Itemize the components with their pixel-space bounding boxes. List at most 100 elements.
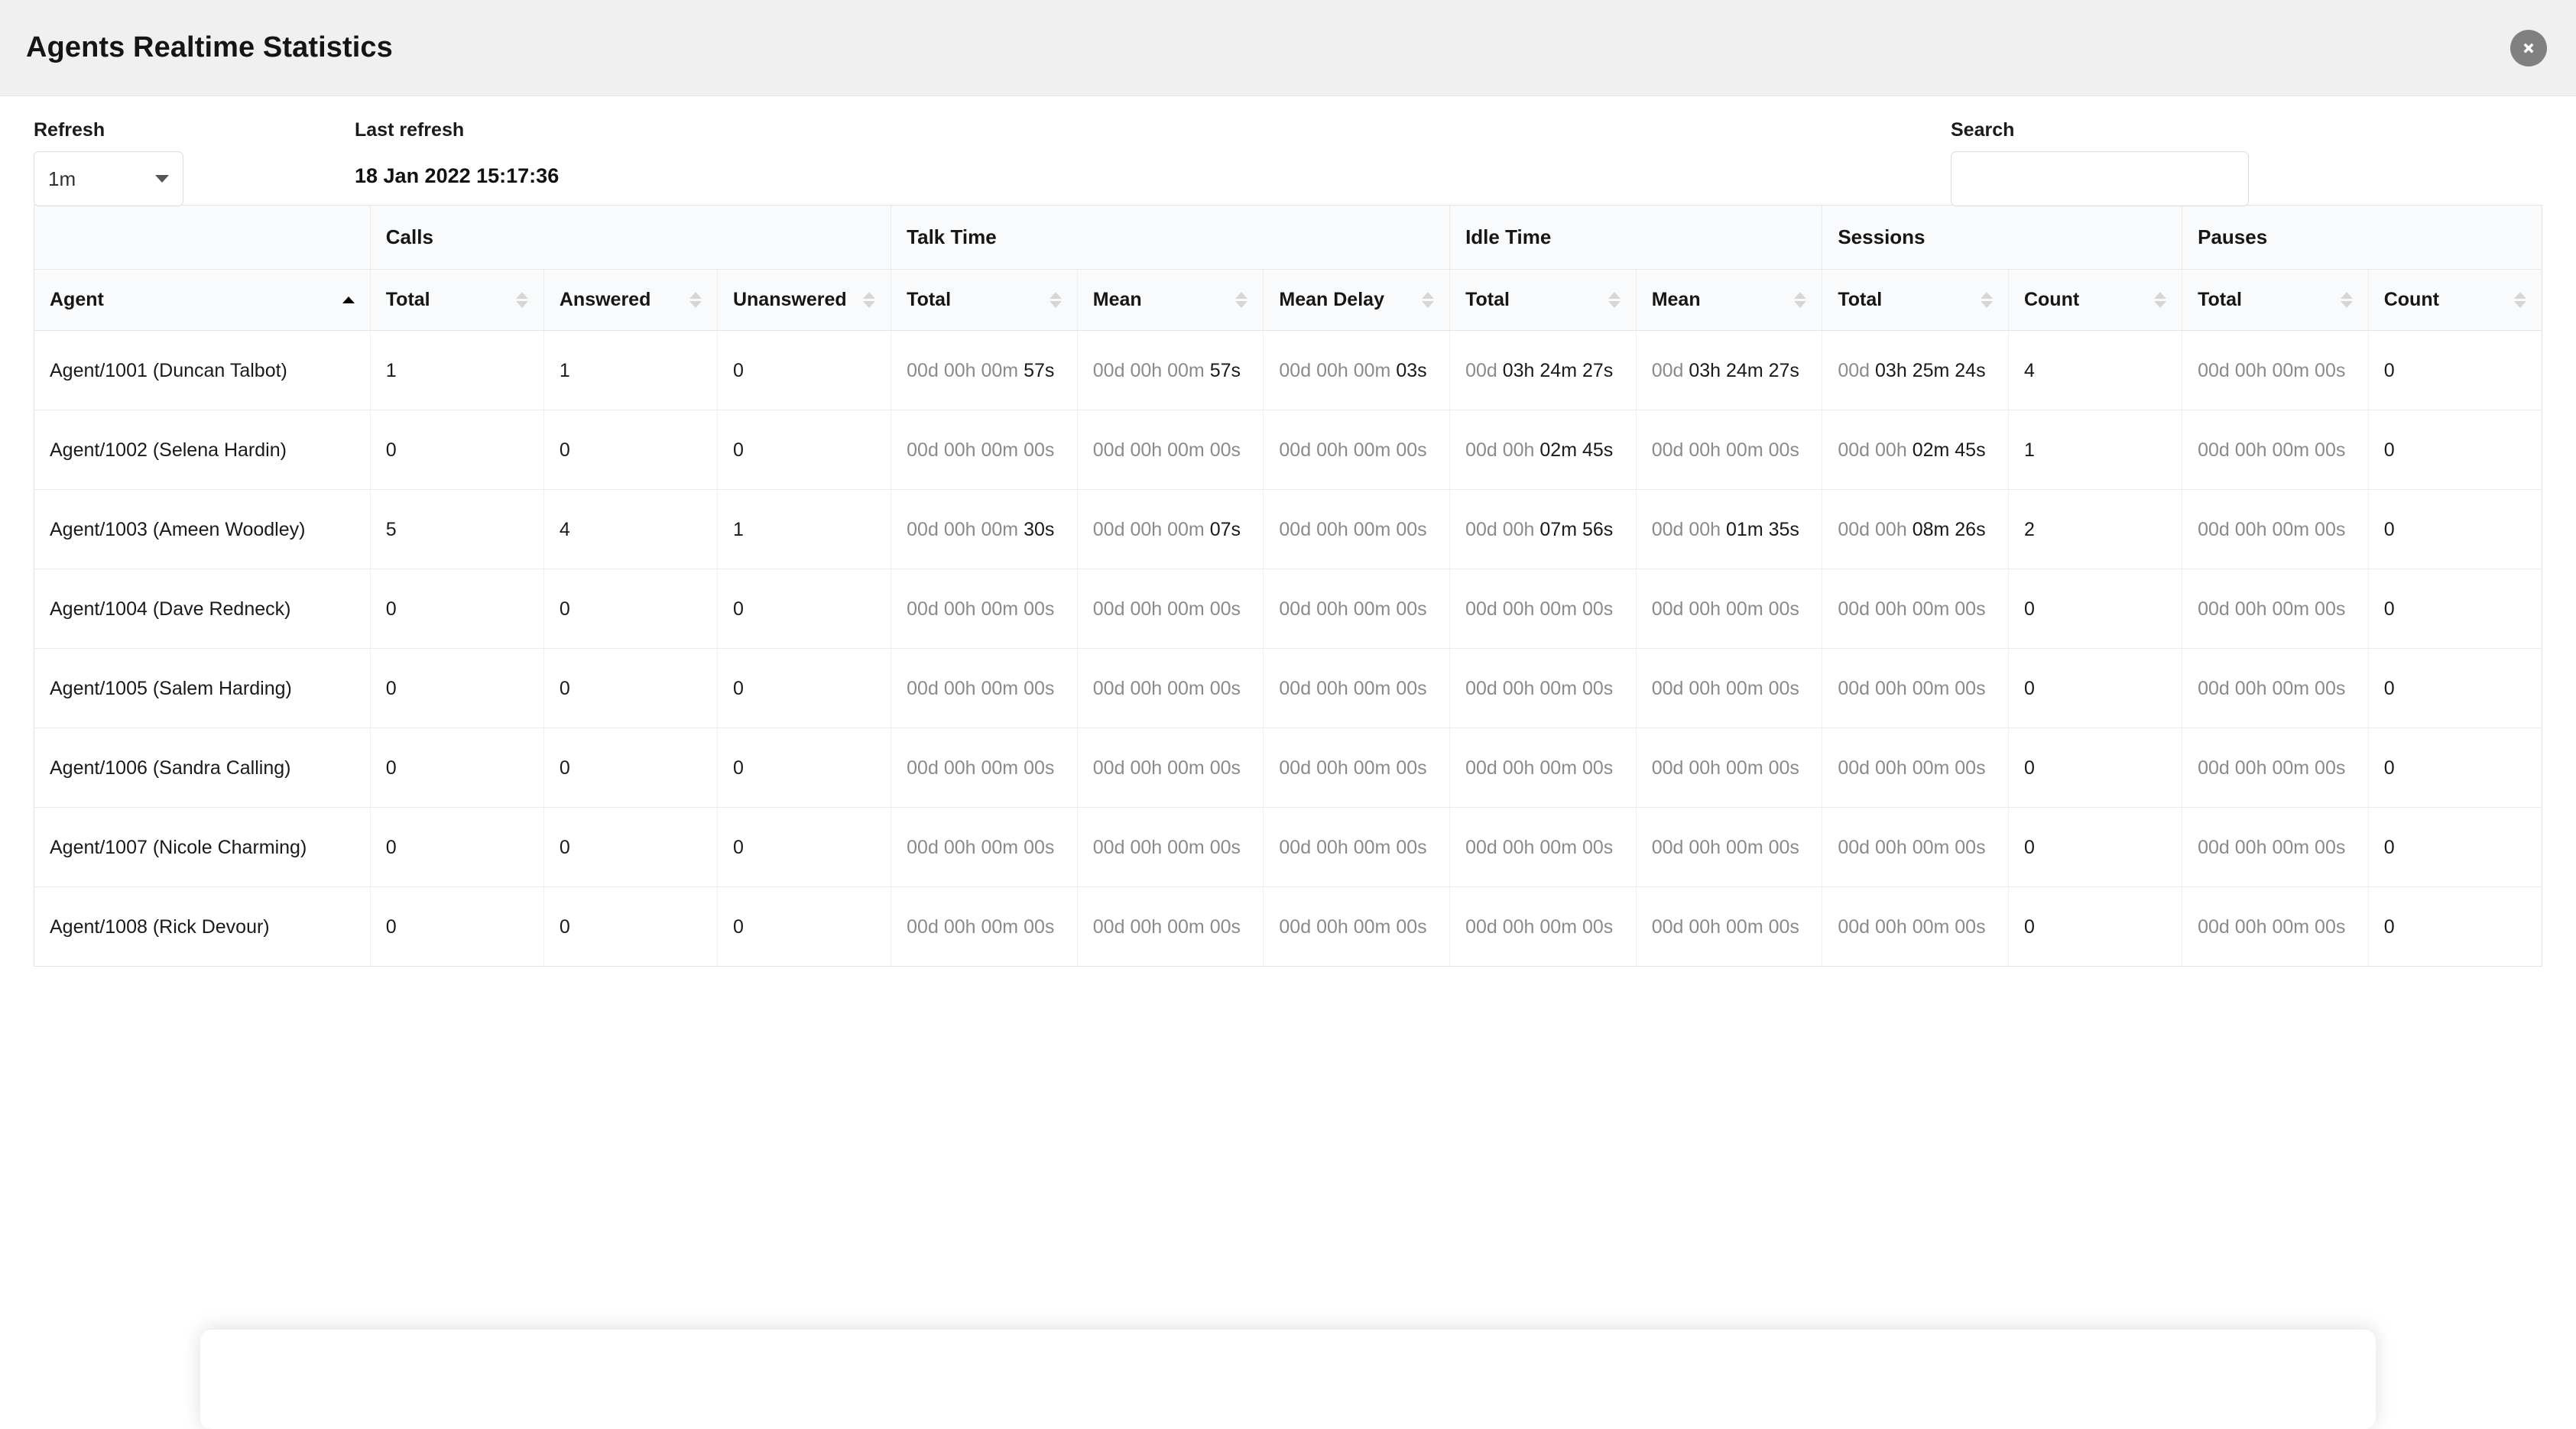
duration-part: 00h	[1689, 757, 1726, 779]
column-header-idle-mean[interactable]: Mean	[1636, 270, 1822, 331]
triangle-up-icon	[1422, 292, 1434, 299]
column-header-sessions-total[interactable]: Total	[1822, 270, 2009, 331]
triangle-up-icon	[863, 292, 875, 299]
sort-toggle-icon[interactable]	[1608, 292, 1621, 308]
cell-talk-mean: 00d 00h 00m 00s	[1077, 649, 1264, 728]
column-header-talk-mean[interactable]: Mean	[1077, 270, 1264, 331]
search-control: Search	[1951, 119, 2249, 206]
table-row[interactable]: Agent/1005 (Salem Harding)00000d 00h 00m…	[34, 649, 2542, 728]
duration-part: 00h	[1503, 757, 1540, 779]
duration-part: 00m	[1726, 757, 1769, 779]
sort-toggle-icon[interactable]	[2341, 292, 2353, 308]
column-header-calls-answered[interactable]: Answered	[543, 270, 717, 331]
triangle-down-icon	[1981, 301, 1993, 308]
cell-calls-total: 0	[370, 410, 543, 490]
column-header-label: Agent	[50, 289, 104, 311]
cell-idle-mean: 00d 00h 00m 00s	[1636, 887, 1822, 967]
sort-toggle-icon[interactable]	[2154, 292, 2166, 308]
duration-part: 00h	[1130, 439, 1167, 461]
duration-part: 00d	[907, 360, 944, 381]
sort-toggle-icon[interactable]	[2514, 292, 2526, 308]
column-header-calls-unanswered[interactable]: Unanswered	[717, 270, 891, 331]
table-row[interactable]: Agent/1003 (Ameen Woodley)54100d 00h 00m…	[34, 490, 2542, 569]
cell-idle-total: 00d 00h 00m 00s	[1450, 569, 1637, 649]
sort-toggle-icon[interactable]	[1235, 292, 1247, 308]
column-header-talk-mean-delay[interactable]: Mean Delay	[1264, 270, 1450, 331]
duration-part: 00s	[1024, 678, 1054, 699]
duration-part: 00m	[2272, 519, 2315, 540]
cell-talk-mean: 00d 00h 00m 00s	[1077, 728, 1264, 808]
cell-pauses-total: 00d 00h 00m 00s	[2182, 410, 2369, 490]
table-row[interactable]: Agent/1002 (Selena Hardin)00000d 00h 00m…	[34, 410, 2542, 490]
duration-part: 00d	[1838, 916, 1875, 938]
table-row[interactable]: Agent/1008 (Rick Devour)00000d 00h 00m 0…	[34, 887, 2542, 967]
cell-idle-total: 00d 00h 00m 00s	[1450, 887, 1637, 967]
cell-idle-mean: 00d 00h 01m 35s	[1636, 490, 1822, 569]
duration-part: 00d	[907, 916, 944, 938]
duration-part: 00h	[944, 757, 981, 779]
column-header-agent[interactable]: Agent	[34, 270, 371, 331]
duration-part: 00d	[1465, 916, 1503, 938]
cell-calls-answered: 1	[543, 331, 717, 410]
duration-part: 00m	[1354, 837, 1397, 858]
duration-part: 00h	[1130, 519, 1167, 540]
cell-calls-answered: 0	[543, 649, 717, 728]
duration-part: 00m	[1354, 360, 1397, 381]
table-row[interactable]: Agent/1007 (Nicole Charming)00000d 00h 0…	[34, 808, 2542, 887]
duration-part: 00s	[1769, 678, 1799, 699]
duration-part: 00s	[1396, 916, 1426, 938]
duration-part: 00d	[1465, 598, 1503, 620]
sort-toggle-icon[interactable]	[1422, 292, 1434, 308]
sort-toggle-icon[interactable]	[1050, 292, 1062, 308]
duration-part: 00h	[1875, 757, 1913, 779]
search-input[interactable]	[1951, 151, 2249, 206]
triangle-down-icon	[863, 301, 875, 308]
cell-pauses-count: 0	[2368, 490, 2542, 569]
column-header-talk-total[interactable]: Total	[891, 270, 1078, 331]
column-header-pauses-count[interactable]: Count	[2368, 270, 2542, 331]
cell-talk-mean-delay: 00d 00h 00m 00s	[1264, 569, 1450, 649]
cell-talk-mean-delay: 00d 00h 00m 00s	[1264, 490, 1450, 569]
cell-pauses-count: 0	[2368, 649, 2542, 728]
duration-part: 00m	[1167, 598, 1210, 620]
cell-calls-unanswered: 0	[717, 887, 891, 967]
column-header-calls-total[interactable]: Total	[370, 270, 543, 331]
duration-part: 00s	[1582, 916, 1613, 938]
triangle-down-icon	[2154, 301, 2166, 308]
duration-part: 00m	[981, 519, 1024, 540]
table-row[interactable]: Agent/1001 (Duncan Talbot)11000d 00h 00m…	[34, 331, 2542, 410]
duration-part: 00s	[1582, 598, 1613, 620]
duration-part: 03h	[1503, 360, 1540, 381]
table-row[interactable]: Agent/1004 (Dave Redneck)00000d 00h 00m …	[34, 569, 2542, 649]
cell-idle-mean: 00d 03h 24m 27s	[1636, 331, 1822, 410]
duration-part: 00s	[1210, 439, 1241, 461]
sort-ascending-icon[interactable]	[342, 296, 355, 303]
column-header-sessions-count[interactable]: Count	[2008, 270, 2182, 331]
cell-sessions-count: 0	[2008, 649, 2182, 728]
search-label: Search	[1951, 119, 2249, 141]
column-header-idle-total[interactable]: Total	[1450, 270, 1637, 331]
column-header-label: Answered	[560, 289, 650, 311]
sort-toggle-icon[interactable]	[689, 292, 702, 308]
duration-part: 00d	[1093, 916, 1131, 938]
sort-toggle-icon[interactable]	[863, 292, 875, 308]
close-button[interactable]	[2510, 30, 2547, 66]
sort-toggle-icon[interactable]	[1981, 292, 1993, 308]
refresh-interval-select[interactable]: 1m	[34, 151, 183, 206]
duration-part: 27s	[1769, 360, 1799, 381]
column-header-label: Mean Delay	[1279, 289, 1384, 311]
cell-calls-unanswered: 0	[717, 649, 891, 728]
duration-part: 00d	[1652, 360, 1689, 381]
duration-part: 00h	[944, 837, 981, 858]
duration-part: 00d	[1279, 439, 1316, 461]
duration-part: 00s	[1769, 439, 1799, 461]
duration-part: 00m	[981, 360, 1024, 381]
duration-part: 45s	[1582, 439, 1613, 461]
refresh-selected-value: 1m	[48, 167, 76, 191]
table-row[interactable]: Agent/1006 (Sandra Calling)00000d 00h 00…	[34, 728, 2542, 808]
column-header-pauses-total[interactable]: Total	[2182, 270, 2369, 331]
sort-toggle-icon[interactable]	[516, 292, 528, 308]
duration-part: 00m	[1539, 916, 1582, 938]
sort-toggle-icon[interactable]	[1794, 292, 1806, 308]
duration-part: 00d	[1838, 837, 1875, 858]
